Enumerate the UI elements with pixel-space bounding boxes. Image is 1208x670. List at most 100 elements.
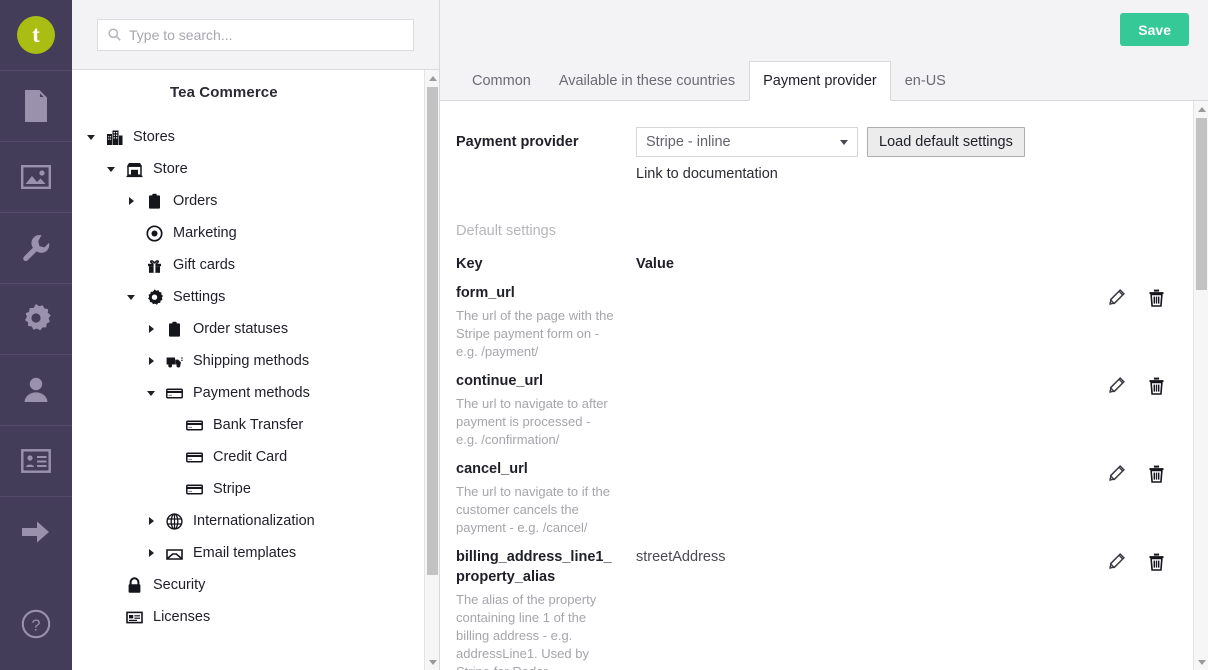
rail-item-members[interactable]: [0, 426, 72, 496]
tree-node-label: Licenses: [153, 608, 211, 625]
rail-item-developer[interactable]: [0, 284, 72, 354]
chevron-down-icon[interactable]: [84, 130, 98, 144]
scroll-down-arrow[interactable]: [425, 654, 439, 670]
trash-delete-icon[interactable]: [1148, 553, 1165, 576]
trash-delete-icon[interactable]: [1148, 289, 1165, 312]
settings-table-header: Key Value: [440, 256, 1208, 272]
search-box[interactable]: [97, 18, 414, 51]
pencil-edit-icon[interactable]: [1108, 465, 1125, 488]
rail-item-content[interactable]: [0, 71, 72, 141]
settings-key-name: cancel_url: [456, 461, 528, 477]
tree-node-marketing[interactable]: Marketing: [72, 217, 439, 249]
tree-node-order-statuses[interactable]: Order statuses: [72, 313, 439, 345]
trash-delete-icon[interactable]: [1148, 465, 1165, 488]
tree-node-payment-methods[interactable]: Payment methods: [72, 377, 439, 409]
tree-pane: Tea Commerce Stores Store Orders Marketing G…: [72, 0, 440, 670]
payment-provider-selected-value: Stripe - inline: [646, 134, 731, 150]
payment-card-icon: [183, 480, 205, 498]
tab-common[interactable]: Common: [458, 61, 545, 100]
tree-node-store[interactable]: Store: [72, 153, 439, 185]
tree-node-stripe[interactable]: Stripe: [72, 473, 439, 505]
no-chevron-spacer: [164, 482, 178, 496]
tree-node-stores[interactable]: Stores: [72, 121, 439, 153]
tree-scrollbar-thumb[interactable]: [427, 87, 438, 575]
payment-provider-field: Payment provider Stripe - inline Load de…: [440, 127, 1208, 182]
tree-node-shipping-methods[interactable]: Shipping methods: [72, 345, 439, 377]
tree-scroll-area: Tea Commerce Stores Store Orders Marketing G…: [72, 70, 439, 670]
no-chevron-spacer: [124, 226, 138, 240]
chevron-right-icon[interactable]: [144, 514, 158, 528]
settings-row-actions: [1108, 553, 1165, 576]
orders-clipboard-icon: [143, 192, 165, 210]
tea-commerce-logo[interactable]: t: [0, 0, 72, 70]
tree-scrollbar[interactable]: [424, 70, 439, 670]
globe-icon: [163, 512, 185, 530]
media-image-icon: [21, 165, 51, 189]
scroll-up-arrow[interactable]: [1194, 101, 1208, 117]
settings-key-cell: form_url The url of the page with the Str…: [456, 283, 636, 361]
tree-node-bank-transfer[interactable]: Bank Transfer: [72, 409, 439, 441]
tree-node-label: Security: [153, 576, 206, 593]
pencil-edit-icon[interactable]: [1108, 553, 1125, 576]
tree-node-licenses[interactable]: Licenses: [72, 601, 439, 633]
tree-node-orders[interactable]: Orders: [72, 185, 439, 217]
chevron-down-icon[interactable]: [104, 162, 118, 176]
tree-node-label: Gift cards: [173, 256, 236, 273]
tree-node-security[interactable]: Security: [72, 569, 439, 601]
settings-key-cell: billing_address_line1_property_alias The …: [456, 547, 636, 670]
chevron-right-icon[interactable]: [144, 546, 158, 560]
no-chevron-spacer: [164, 450, 178, 464]
rail-item-settings[interactable]: [0, 213, 72, 283]
tab-label: Payment provider: [763, 73, 877, 89]
settings-key-description: The url of the page with the Stripe paym…: [456, 308, 614, 359]
tab-en-us[interactable]: en-US: [891, 61, 960, 100]
chevron-right-icon[interactable]: [124, 194, 138, 208]
content-scrollbar[interactable]: [1193, 101, 1208, 670]
tree-node-label: Stores: [133, 128, 175, 145]
payment-card-icon: [183, 448, 205, 466]
load-default-settings-button[interactable]: Load default settings: [867, 127, 1025, 157]
tab-label: Available in these countries: [558, 72, 736, 89]
trash-delete-icon[interactable]: [1148, 377, 1165, 400]
tree-node-label: Marketing: [173, 224, 237, 241]
main-header: Save: [440, 0, 1208, 62]
documentation-link[interactable]: Link to documentation: [636, 166, 1025, 182]
scroll-down-arrow[interactable]: [1194, 654, 1208, 670]
payment-provider-select[interactable]: Stripe - inline: [636, 127, 858, 157]
settings-key-name: form_url: [456, 285, 515, 301]
tree-node-credit-card[interactable]: Credit Card: [72, 441, 439, 473]
content-scrollbar-thumb[interactable]: [1196, 118, 1207, 290]
rail-item-media[interactable]: [0, 142, 72, 212]
search-input[interactable]: [129, 26, 403, 43]
save-button[interactable]: Save: [1120, 13, 1189, 46]
chevron-right-icon[interactable]: [144, 354, 158, 368]
chevron-right-icon[interactable]: [144, 322, 158, 336]
rail-item-help[interactable]: ?: [0, 589, 72, 659]
rail-item-forms[interactable]: [0, 497, 72, 567]
tree-node-label: Credit Card: [213, 448, 288, 465]
scroll-up-arrow[interactable]: [425, 70, 439, 86]
store-shop-icon: [123, 160, 145, 178]
tree-node-internationalization[interactable]: Internationalization: [72, 505, 439, 537]
tree-node-label: Bank Transfer: [213, 416, 304, 433]
logo-letter: t: [17, 16, 55, 54]
tree-node-label: Store: [153, 160, 188, 177]
chevron-down-icon[interactable]: [144, 386, 158, 400]
members-id-card-icon: [21, 449, 51, 473]
tree-node-gift-cards[interactable]: Gift cards: [72, 249, 439, 281]
svg-text:?: ?: [32, 618, 41, 635]
tab-label: Common: [472, 72, 531, 89]
pencil-edit-icon[interactable]: [1108, 289, 1125, 312]
tree-node-label: Order statuses: [193, 320, 289, 337]
tab-bar: Common Available in these countries Paymen…: [440, 61, 1208, 101]
developer-gear-icon: [21, 304, 51, 334]
column-header-value: Value: [636, 256, 674, 272]
chevron-down-icon[interactable]: [124, 290, 138, 304]
rail-item-users[interactable]: [0, 355, 72, 425]
tree-node-list: Stores Store Orders Marketing Gift cards Sett…: [72, 121, 439, 633]
tab-available-in-these-countries[interactable]: Available in these countries: [545, 61, 749, 100]
pencil-edit-icon[interactable]: [1108, 377, 1125, 400]
tree-node-settings[interactable]: Settings: [72, 281, 439, 313]
tab-payment-provider[interactable]: Payment provider: [749, 61, 891, 101]
tree-node-email-templates[interactable]: Email templates: [72, 537, 439, 569]
